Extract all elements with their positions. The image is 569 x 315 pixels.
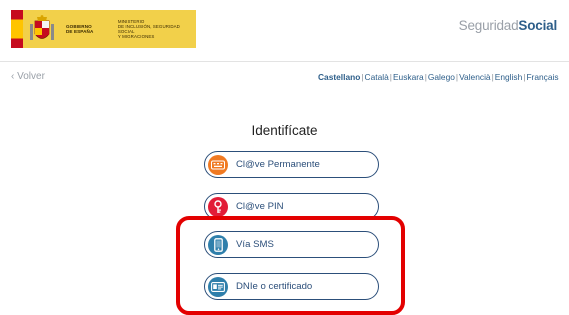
clave-permanente-button[interactable]: Cl@ve Permanente (204, 151, 379, 178)
gov-line-2: DE ESPAÑA (66, 29, 94, 34)
ministry-line-3: Y MIGRACIONES (117, 34, 155, 40)
government-name: GOBIERNO DE ESPAÑA (66, 24, 108, 34)
via-sms-button[interactable]: Vía SMS (204, 231, 379, 258)
id-card-icon (208, 276, 228, 297)
coat-of-arms-icon (30, 15, 54, 40)
lang-francais[interactable]: Français (526, 72, 558, 82)
lang-separator: | (455, 72, 459, 82)
brand-light-text: Seguridad (458, 18, 519, 33)
top-nav: ‹ Volver Castellano|Català|Euskara|Galeg… (0, 70, 569, 88)
brand-bold-text: Social (518, 18, 557, 33)
dnie-certificado-button[interactable]: DNIe o certificado (204, 273, 379, 300)
key-icon (208, 196, 228, 217)
lang-galego[interactable]: Galego (428, 72, 455, 82)
lang-separator: | (424, 72, 427, 82)
back-link[interactable]: ‹ Volver (11, 71, 45, 82)
lang-valencia[interactable]: Valencià (459, 72, 491, 82)
language-selector: Castellano|Català|Euskara|Galego|Valenci… (318, 72, 559, 82)
seguridad-social-logo[interactable]: SeguridadSocial (458, 18, 558, 33)
lang-separator: | (389, 72, 392, 82)
lang-separator: | (361, 72, 364, 82)
government-logo[interactable]: GOBIERNO DE ESPAÑA MINISTERIO DE INCLUSI… (11, 10, 196, 48)
lang-separator: | (491, 72, 494, 82)
page-title: Identifícate (251, 123, 318, 138)
clave-permanente-label: Cl@ve Permanente (236, 159, 320, 170)
clave-pin-button[interactable]: Cl@ve PIN (204, 193, 379, 220)
ministry-name: MINISTERIO DE INCLUSIÓN, SEGURIDAD SOCIA… (118, 19, 196, 40)
spain-flag-stripe (11, 10, 23, 48)
keyboard-icon (208, 154, 228, 175)
lang-castellano[interactable]: Castellano (318, 72, 360, 82)
ministry-line-2: DE INCLUSIÓN, SEGURIDAD SOCIAL (117, 23, 180, 34)
mobile-phone-icon (208, 234, 228, 255)
site-header: GOBIERNO DE ESPAÑA MINISTERIO DE INCLUSI… (0, 0, 569, 62)
dnie-certificado-label: DNIe o certificado (236, 281, 313, 292)
lang-euskara[interactable]: Euskara (393, 72, 424, 82)
lang-english[interactable]: English (495, 72, 522, 82)
clave-pin-label: Cl@ve PIN (236, 201, 284, 212)
via-sms-label: Vía SMS (236, 239, 274, 250)
lang-catala[interactable]: Català (365, 72, 389, 82)
